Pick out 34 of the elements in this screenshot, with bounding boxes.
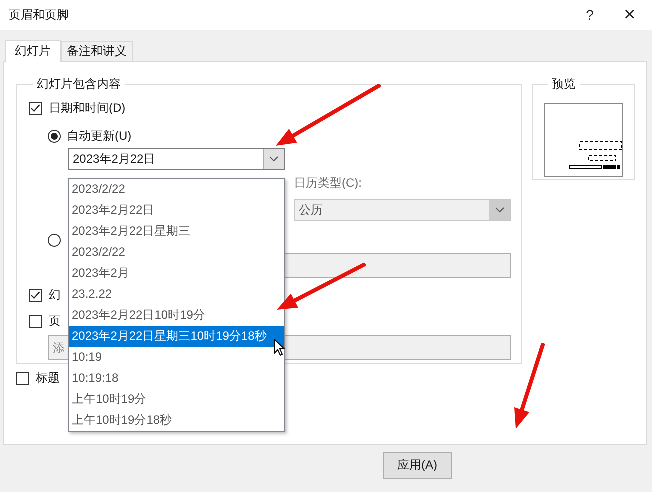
help-button[interactable]: ? [570, 0, 610, 30]
window-title: 页眉和页脚 [9, 6, 69, 24]
tab[interactable]: 备注和讲义 [61, 41, 133, 61]
checkbox[interactable] [16, 372, 29, 384]
dropdown-option[interactable]: 2023年2月22日 [69, 200, 284, 221]
chevron-down-icon [269, 156, 279, 162]
dropdown-option[interactable]: 2023年2月22日星期三10时19分18秒 [69, 326, 284, 347]
field-label: 日历类型(C): [294, 175, 363, 192]
chevron-down-icon [495, 207, 505, 213]
dropdown-option[interactable]: 10:19:18 [69, 368, 284, 389]
dropdown-option[interactable]: 2023年2月 [69, 263, 284, 284]
date-format-dropdown[interactable]: 2023年2月22日 [68, 148, 285, 170]
checkbox-label: 标题 [36, 370, 60, 386]
radio-button[interactable] [48, 130, 61, 142]
checkbox-label: 日期和时间(D) [49, 100, 126, 116]
checkbox-label: 页 [49, 312, 61, 330]
dropdown-option[interactable]: 23.2.22 [69, 284, 284, 305]
apply-button[interactable]: 应用(A) [383, 452, 452, 479]
dropdown-option[interactable]: 上午10时19分 [69, 389, 284, 410]
tab[interactable]: 幻灯片 [5, 40, 61, 62]
dropdown-option[interactable]: 2023年2月22日星期三 [69, 221, 284, 242]
checkbox-label: 幻 [49, 286, 61, 304]
checkbox[interactable] [29, 102, 42, 114]
radio-label: 自动更新(U) [67, 128, 132, 144]
dropdown-option[interactable]: 2023/2/22 [69, 242, 284, 263]
group-title: 幻灯片包含内容 [36, 76, 122, 93]
group-title: 预览 [551, 76, 577, 93]
radio-button[interactable] [48, 234, 61, 246]
dropdown-option[interactable]: 上午10时19分18秒 [69, 410, 284, 431]
dropdown-option[interactable]: 2023年2月22日10时19分 [69, 305, 284, 326]
checkbox[interactable] [29, 314, 42, 328]
checkbox[interactable] [29, 288, 42, 302]
close-button[interactable]: × [610, 0, 650, 30]
dropdown-option[interactable]: 2023/2/22 [69, 179, 284, 200]
